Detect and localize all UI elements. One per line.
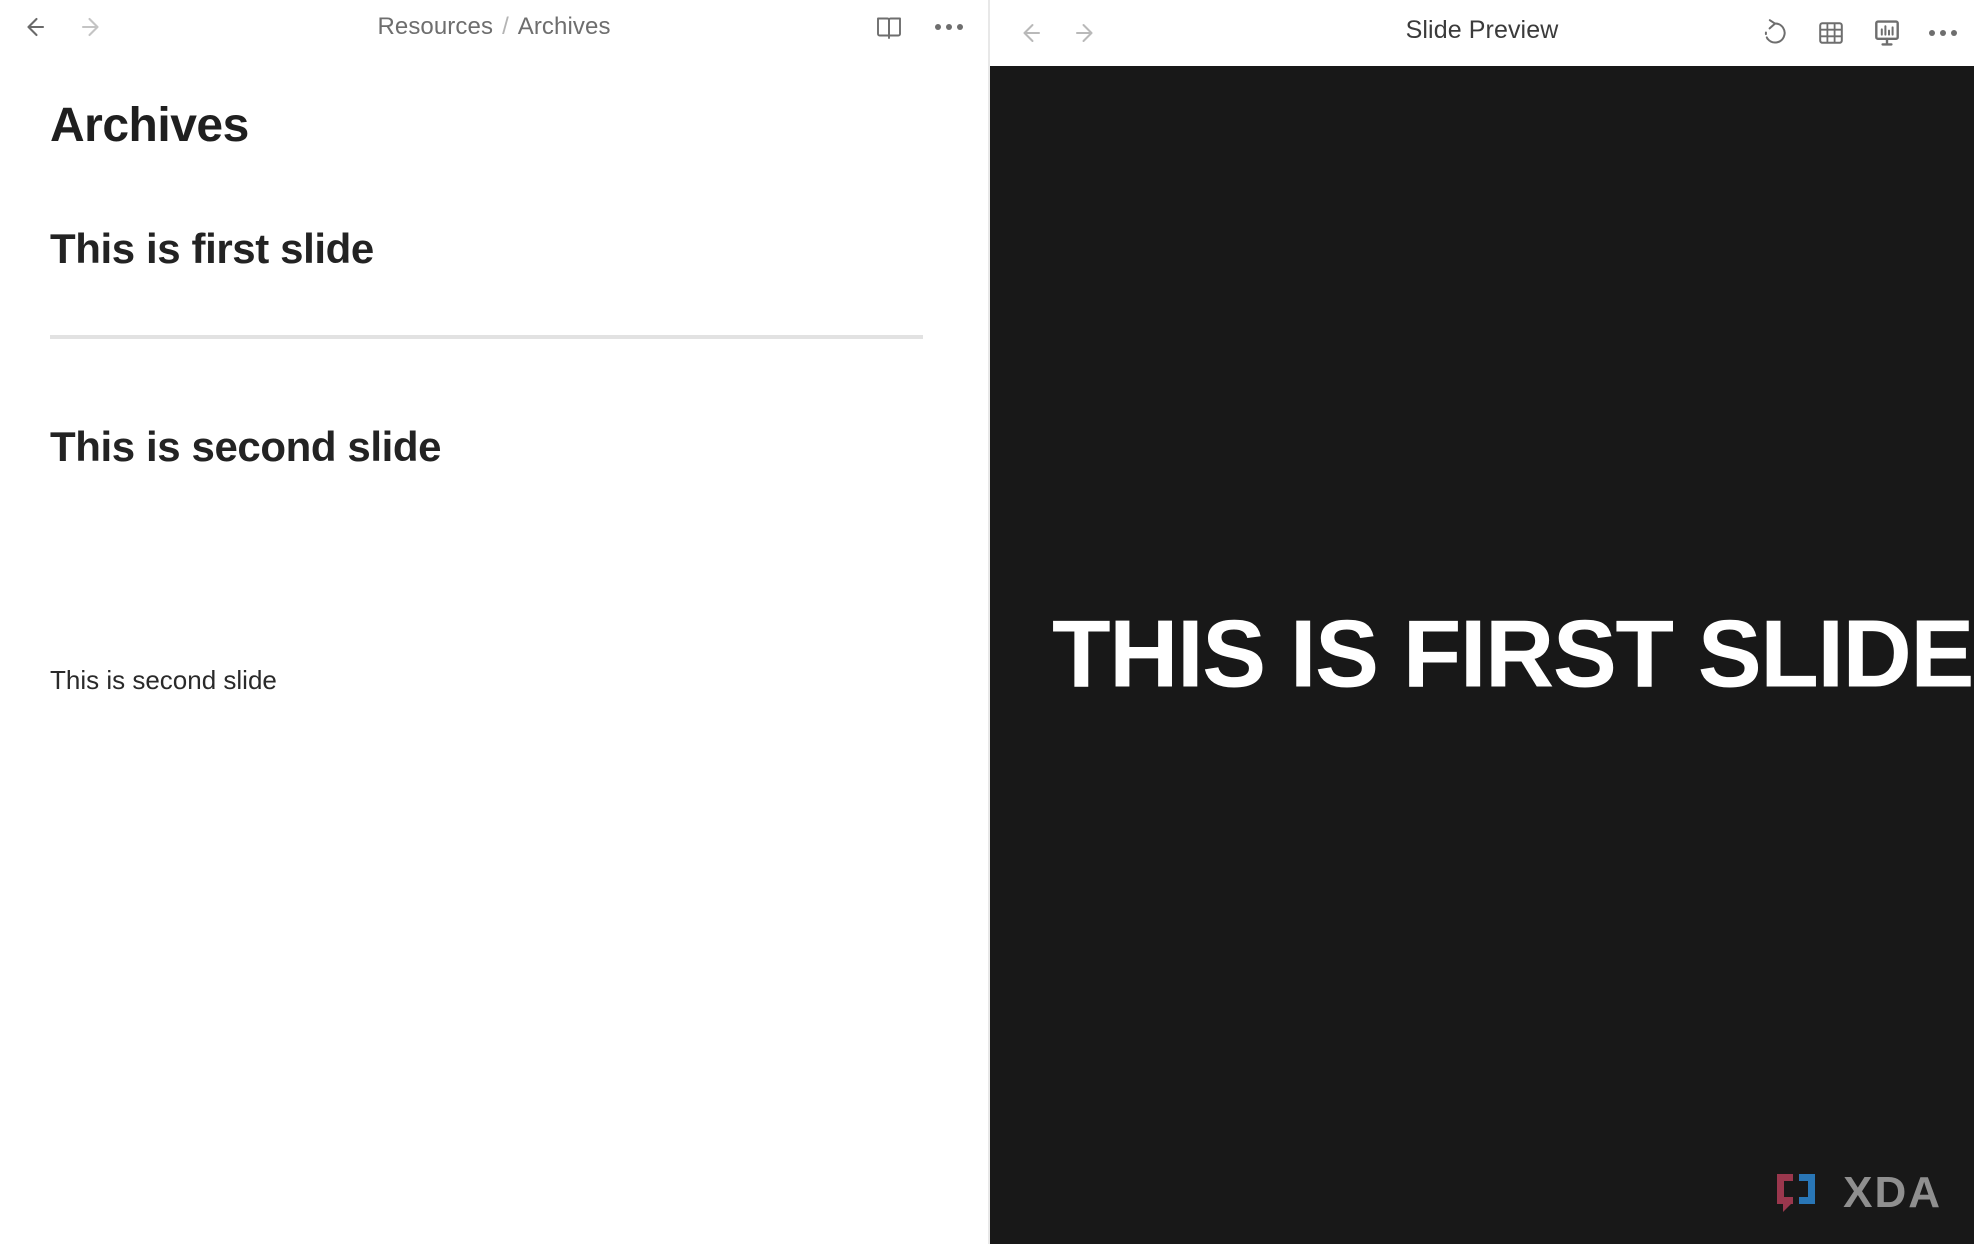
dot xyxy=(946,24,952,30)
breadcrumb-separator: / xyxy=(502,13,509,40)
present-icon[interactable] xyxy=(1870,16,1904,50)
notes-pane: Resources / Archives Archives This is fi… xyxy=(0,0,990,1244)
notes-toolbar: Resources / Archives xyxy=(0,0,988,54)
breadcrumb-parent[interactable]: Resources xyxy=(377,13,493,41)
more-options-icon[interactable] xyxy=(932,10,966,44)
back-arrow-icon[interactable] xyxy=(1014,18,1044,48)
book-icon[interactable] xyxy=(872,10,906,44)
dot xyxy=(1951,30,1957,36)
back-arrow-icon[interactable] xyxy=(18,12,48,42)
notes-toolbar-actions xyxy=(872,10,966,44)
slide-block-1: This is first slide xyxy=(50,225,938,340)
history-icon[interactable] xyxy=(1758,16,1792,50)
forward-arrow-icon[interactable] xyxy=(78,12,108,42)
xda-watermark: XDA xyxy=(1771,1168,1942,1218)
preview-title: Slide Preview xyxy=(1405,15,1559,44)
notes-nav-arrows xyxy=(18,12,108,42)
slide-canvas[interactable]: THIS IS FIRST SLIDE XDA xyxy=(990,66,1974,1244)
dot xyxy=(935,24,941,30)
slide-body-text[interactable]: This is second slide xyxy=(50,661,938,700)
grid-icon[interactable] xyxy=(1814,16,1848,50)
preview-toolbar: Slide Preview xyxy=(990,0,1974,66)
xda-wordmark: XDA xyxy=(1843,1168,1942,1217)
preview-toolbar-actions xyxy=(1758,16,1960,50)
breadcrumb: Resources / Archives xyxy=(0,0,988,54)
xda-logo-icon xyxy=(1777,1174,1816,1212)
slide-block-2: This is second slide This is second slid… xyxy=(50,423,938,700)
slide-divider xyxy=(50,335,923,340)
preview-nav-arrows xyxy=(1014,18,1102,48)
page-title: Archives xyxy=(50,99,249,152)
slide-heading-1[interactable]: This is first slide xyxy=(50,225,938,273)
dot xyxy=(957,24,963,30)
slide-heading-2[interactable]: This is second slide xyxy=(50,423,938,471)
breadcrumb-current[interactable]: Archives xyxy=(518,13,611,41)
document-body: Archives This is first slide This is sec… xyxy=(0,54,988,700)
slide-headline: THIS IS FIRST SLIDE xyxy=(1052,600,1974,708)
dot xyxy=(1929,30,1935,36)
slide-preview-pane: Slide Preview THIS IS FIRST SLIDE XDA xyxy=(990,0,1974,1244)
app-root: Resources / Archives Archives This is fi… xyxy=(0,0,1974,1244)
more-options-icon[interactable] xyxy=(1926,16,1960,50)
dot xyxy=(1940,30,1946,36)
forward-arrow-icon[interactable] xyxy=(1072,18,1102,48)
